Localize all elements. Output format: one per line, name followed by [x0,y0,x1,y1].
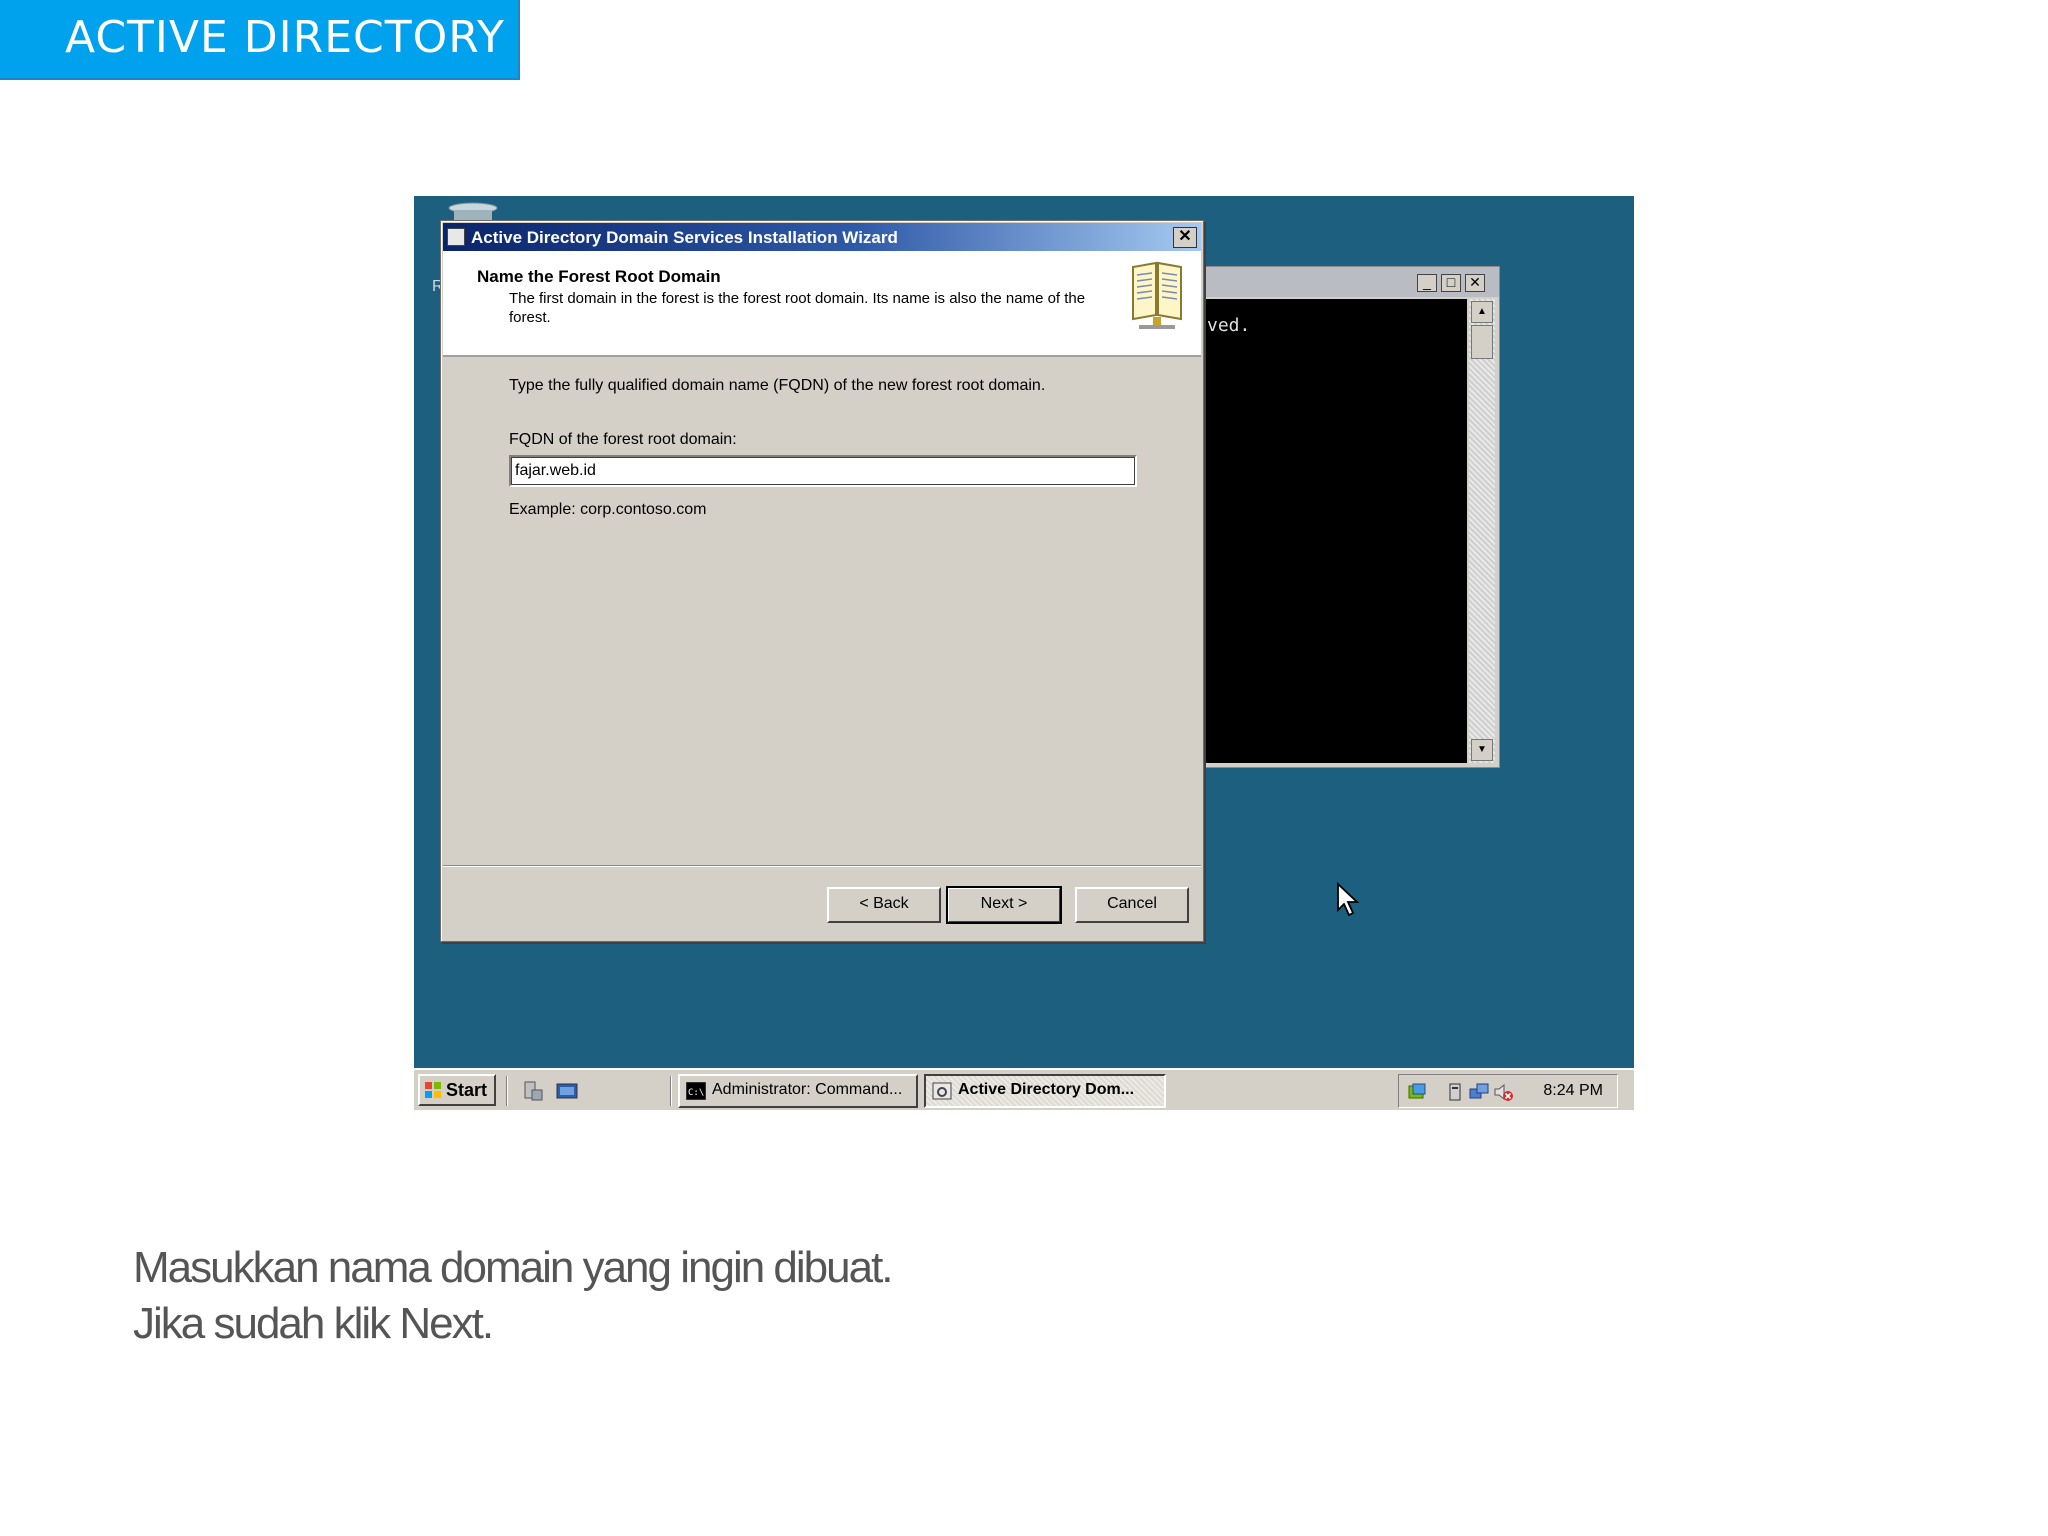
mouse-pointer-icon [1337,882,1360,917]
recycle-bin-icon[interactable] [448,202,498,222]
page-heading: Name the Forest Root Domain [477,267,721,286]
minimize-button[interactable]: _ [1417,274,1437,292]
wizard-icon [932,1082,952,1100]
system-tray: 8:24 PM [1398,1074,1618,1108]
network-status-icon[interactable] [1407,1082,1427,1102]
network-connections-icon[interactable] [1469,1082,1489,1102]
clock[interactable]: 8:24 PM [1543,1082,1603,1100]
ad-ds-installation-wizard: Active Directory Domain Services Install… [440,220,1204,942]
caption-line-2: Jika sudah klik Next. [133,1299,494,1348]
back-button[interactable]: < Back [827,887,941,923]
cmd-output: ved. [1207,315,1251,336]
wizard-close-button[interactable]: ✕ [1173,227,1197,248]
taskbar-item-label: Active Directory Dom... [958,1081,1135,1098]
start-button[interactable]: Start [418,1074,496,1106]
server-manager-icon[interactable] [522,1080,544,1102]
book-icon [1132,261,1182,329]
slide-title-banner: ACTIVE DIRECTORY [0,0,520,80]
windows-logo-icon [425,1082,441,1098]
wizard-app-icon [447,228,465,246]
cmd-console[interactable]: ved. [1205,299,1467,763]
volume-muted-icon[interactable] [1493,1082,1513,1102]
slide-caption: Masukkan nama domain yang ingin dibuat. … [133,1240,894,1352]
caption-line-1: Masukkan nama domain yang ingin dibuat. [133,1243,894,1292]
instruction-text: Type the fully qualified domain name (FQ… [509,377,1046,394]
slide-title: ACTIVE DIRECTORY [65,12,505,63]
button-separator [443,865,1201,867]
next-button[interactable]: Next > [946,886,1062,924]
maximize-button[interactable]: □ [1441,274,1461,292]
scroll-down-icon[interactable]: ▼ [1471,739,1493,761]
start-label: Start [446,1080,488,1100]
fqdn-label: FQDN of the forest root domain: [509,431,737,448]
fqdn-input[interactable] [509,455,1137,487]
scroll-thumb[interactable] [1471,325,1493,359]
command-prompt-window[interactable]: _ □ ✕ ved. ▲ ▼ [1202,266,1500,768]
taskbar-item-label: Administrator: Command... [712,1081,903,1098]
scroll-up-icon[interactable]: ▲ [1471,301,1493,323]
page-description: The first domain in the forest is the fo… [509,290,1086,326]
cancel-button[interactable]: Cancel [1075,887,1189,923]
server-tray-icon[interactable] [1445,1082,1465,1102]
taskbar-item-cmd[interactable]: C:\ Administrator: Command... [678,1074,918,1108]
taskbar-item-wizard[interactable]: Active Directory Dom... [924,1074,1166,1108]
cmd-icon: C:\ [686,1082,706,1100]
svg-text:C:\: C:\ [688,1088,704,1098]
taskbar-divider [506,1076,508,1106]
cmd-titlebar[interactable]: _ □ ✕ [1203,267,1499,297]
close-button[interactable]: ✕ [1465,274,1485,292]
wizard-titlebar[interactable]: Active Directory Domain Services Install… [443,223,1201,251]
desktop-screenshot: R _ □ ✕ ved. ▲ ▼ Active Directory Domain… [414,196,1634,1110]
wizard-title: Active Directory Domain Services Install… [471,228,898,247]
cmd-scrollbar[interactable]: ▲ ▼ [1469,299,1495,763]
taskbar-divider [670,1076,672,1106]
taskbar: Start C:\ Administrator: Command... Acti… [414,1068,1634,1110]
fqdn-example: Example: corp.contoso.com [509,501,707,518]
show-desktop-icon[interactable] [556,1080,578,1102]
wizard-header: Name the Forest Root Domain The first do… [443,251,1201,357]
